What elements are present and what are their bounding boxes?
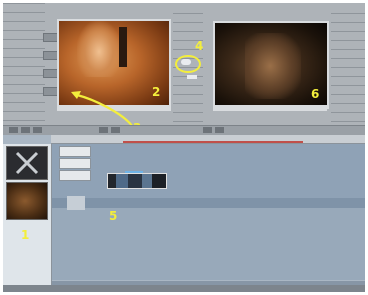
transfer-button[interactable]	[187, 75, 197, 79]
track-headers	[53, 144, 93, 214]
program-monitor[interactable]: 6	[213, 21, 329, 109]
snap-icon[interactable]	[203, 127, 212, 133]
mark-in-icon[interactable]	[99, 127, 108, 133]
mark-out-icon[interactable]	[111, 127, 120, 133]
work-area-bar[interactable]	[123, 141, 303, 143]
razor-icon[interactable]	[215, 127, 224, 133]
eye-icon[interactable]	[181, 59, 191, 65]
source-frame-detail	[119, 27, 127, 67]
bin-clip-video[interactable]	[6, 182, 48, 220]
transition-track[interactable]	[51, 198, 365, 208]
play-icon[interactable]	[9, 127, 18, 133]
program-frame-subject	[245, 33, 301, 99]
source-frame-subject	[77, 21, 121, 77]
video-editor-window: 2 3 4 6	[3, 3, 365, 292]
monitor-workspace: 2 3 4 6	[3, 3, 365, 135]
stop-icon[interactable]	[21, 127, 30, 133]
bin-clip-empty[interactable]	[6, 146, 48, 180]
callout-timeline: 5	[109, 209, 118, 223]
callout-source-monitor: 2	[152, 85, 161, 99]
right-toolbar	[331, 13, 365, 123]
track-lock-icon[interactable]	[67, 196, 85, 210]
status-bar	[3, 285, 365, 292]
program-monitor-controls[interactable]	[213, 105, 327, 111]
track-header[interactable]	[59, 170, 91, 181]
audio-track[interactable]	[51, 208, 365, 280]
left-toolbar	[3, 3, 45, 123]
timeline: 5 1	[3, 135, 365, 292]
x-icon	[15, 151, 39, 175]
callout-bin: 1	[21, 228, 30, 242]
project-bin: 1	[3, 144, 52, 289]
timeline-clip[interactable]	[107, 173, 167, 189]
callout-program-monitor: 6	[311, 87, 320, 101]
callout-transfer-button: 4	[195, 39, 204, 53]
video-track[interactable]	[51, 144, 365, 198]
rewind-icon[interactable]	[33, 127, 42, 133]
track-header[interactable]	[59, 158, 91, 169]
track-header[interactable]	[59, 146, 91, 157]
